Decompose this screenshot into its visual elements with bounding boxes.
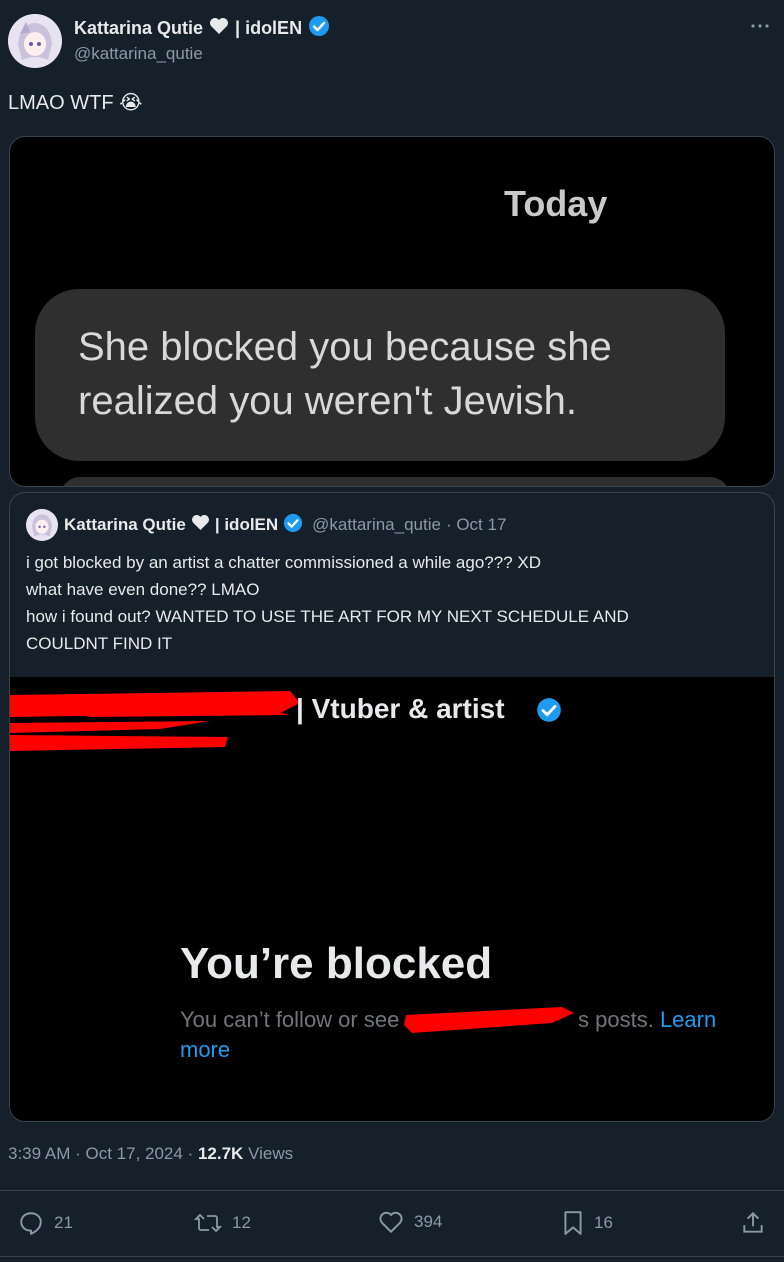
profile-name-suffix: | Vtuber & artist [296,693,505,724]
tweet-text-body: LMAO WTF [8,92,114,114]
views-label: Views [248,1144,294,1163]
share-icon [743,1211,763,1233]
learn-more-link-1[interactable]: Learn [660,1007,716,1032]
bubble-line-2: realized you weren't Jewish. [78,379,577,423]
quoted-verified-badge-icon [283,513,303,538]
crying-face-emoji: 😭 [119,92,143,114]
meta-dot-1: · [75,1144,86,1163]
quoted-date: · Oct 17 [445,515,507,534]
like-count: 394 [414,1212,443,1231]
message-bubble: She blocked you because she realized you… [35,289,725,461]
author-avatar[interactable] [8,14,62,68]
blocked-text-row: You can’t follow or see [180,1007,399,1033]
quoted-author-avatar[interactable] [26,509,58,541]
tweet-image[interactable]: Today She blocked you because she realiz… [9,136,775,487]
tweet-time[interactable]: 3:39 AM [8,1144,70,1163]
share-button[interactable] [740,1210,766,1241]
blocked-text-suffix: s posts. [578,1007,654,1032]
profile-verified-badge-icon [536,697,562,728]
quoted-name-row: Kattarina Qutie | idolEN @kattarina_quti… [64,513,506,537]
quoted-text: i got blocked by an artist a chatter com… [26,549,629,657]
reply-count: 21 [54,1213,73,1232]
next-bubble-edge [60,477,730,486]
red-redaction-scribble [10,691,300,751]
author-name-suffix[interactable]: | idolEN [235,18,302,39]
repost-icon [194,1213,222,1233]
red-redaction-handle [404,1007,574,1033]
blocked-text-tail: s posts. Learn [578,1007,716,1033]
tweet-date[interactable]: Oct 17, 2024 [86,1144,183,1163]
quoted-text-line-2: what have even done?? LMAO [26,580,260,599]
author-handle[interactable]: @kattarina_qutie [74,44,203,64]
quoted-text-line-4: COULDNT FIND IT [26,634,173,653]
quoted-display-name: Kattarina Qutie [64,515,186,534]
divider-bottom [0,1256,784,1257]
bubble-line-1: She blocked you because she [78,325,612,369]
quoted-name-suffix: | idolEN [214,515,279,534]
meta-dot-2: · [187,1144,198,1163]
bookmark-button[interactable]: 16 [562,1210,613,1236]
tweet-meta: 3:39 AM · Oct 17, 2024 · 12.7K Views [8,1144,293,1164]
verified-badge-icon[interactable] [308,15,330,42]
blocked-title: You’re blocked [180,939,493,988]
white-heart-icon [209,17,229,40]
bookmark-icon [564,1211,582,1235]
like-button[interactable]: 394 [378,1210,442,1234]
more-options-icon[interactable] [748,16,772,36]
quoted-white-heart-icon [191,514,210,536]
quoted-text-line-1: i got blocked by an artist a chatter com… [26,553,541,572]
quoted-image[interactable]: | Vtuber & artist You’re blocked You can… [10,677,774,1121]
heart-icon [379,1211,403,1233]
quoted-tweet[interactable]: Kattarina Qutie | idolEN @kattarina_quti… [9,492,775,1122]
author-name-row[interactable]: Kattarina Qutie | idolEN [74,15,330,42]
quoted-text-line-3: how i found out? WANTED TO USE THE ART F… [26,607,629,626]
reply-icon [20,1212,42,1235]
quoted-avatar-illustration [26,509,58,541]
quoted-handle: @kattarina_qutie [312,515,441,534]
repost-button[interactable]: 12 [194,1210,251,1236]
bookmark-count: 16 [594,1213,613,1232]
day-label: Today [504,183,608,224]
author-display-name[interactable]: Kattarina Qutie [74,18,203,39]
blocked-text-prefix: You can’t follow or see [180,1007,400,1032]
repost-count: 12 [232,1213,251,1232]
tweet-text: LMAO WTF 😭 [8,90,142,115]
views-count[interactable]: 12.7K [198,1144,243,1163]
avatar-illustration [8,14,62,68]
reply-button[interactable]: 21 [18,1210,73,1236]
divider-top [0,1190,784,1191]
learn-more-link-2[interactable]: more [180,1037,230,1063]
